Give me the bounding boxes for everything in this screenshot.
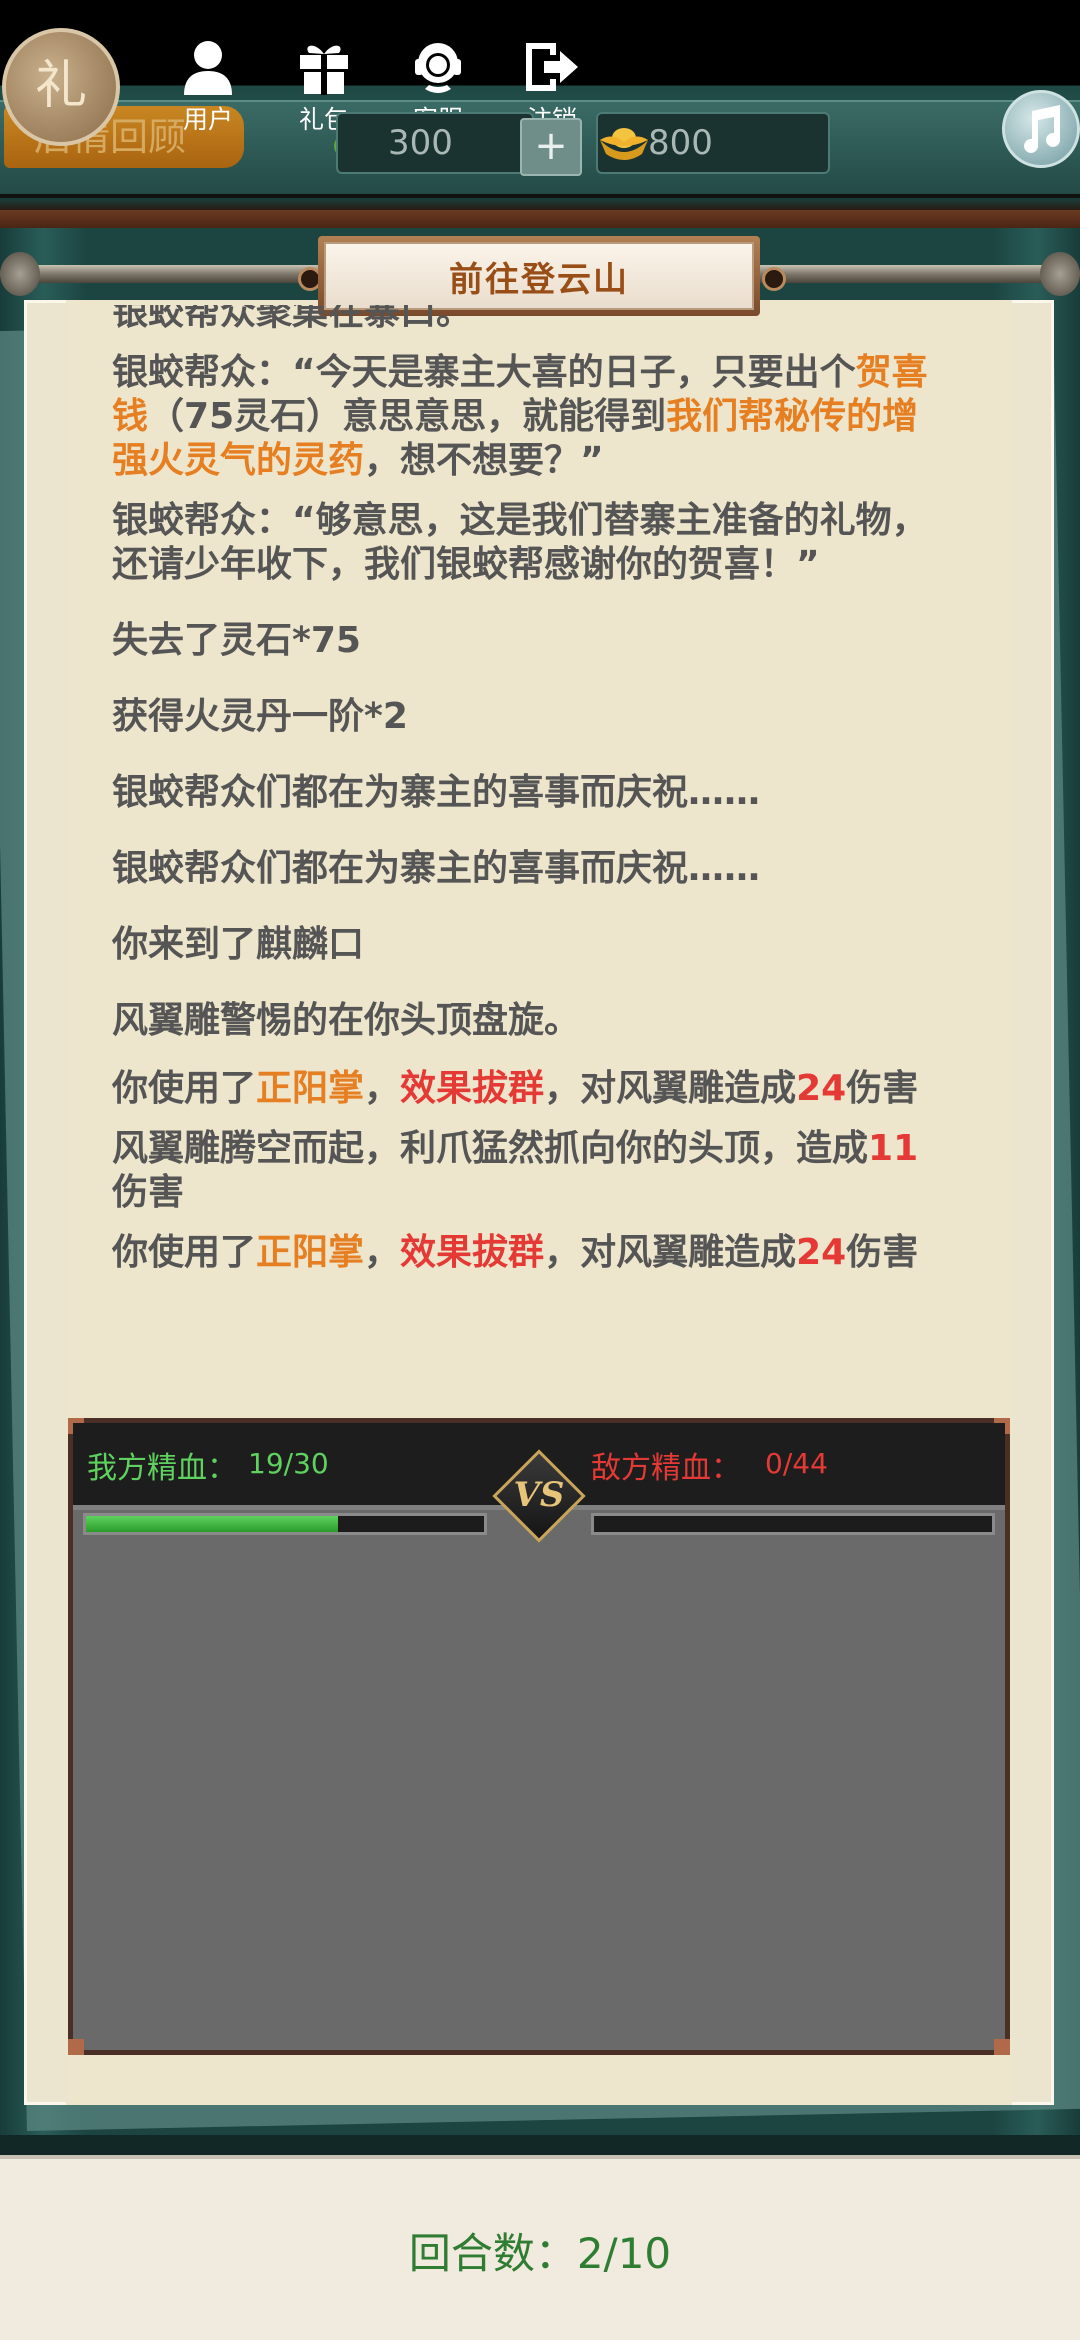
vs-text: VS bbox=[513, 1475, 565, 1515]
my-hp-bar-fill bbox=[86, 1516, 338, 1532]
gold-ingot-icon bbox=[600, 128, 648, 160]
enemy-hp-bar bbox=[591, 1513, 995, 1535]
enemy-hp-value: 0/44 bbox=[765, 1447, 828, 1480]
my-hp-bar bbox=[83, 1513, 487, 1535]
story-log: 银蛟帮众聚集在寨口。 银蛟帮众：“今天是寨主大喜的日子，只要出个贺喜钱（75灵石… bbox=[112, 305, 952, 1275]
music-note-icon bbox=[1024, 105, 1061, 153]
bottom-divider bbox=[0, 2135, 1080, 2157]
nav-user-label: 用户 bbox=[182, 105, 233, 134]
log-line: 银蛟帮众们都在为寨主的喜事而庆祝…… bbox=[112, 848, 761, 889]
log-line: 你使用了正阳掌，效果拔群，对风翼雕造成24伤害 bbox=[112, 1232, 919, 1273]
title-plate: 前往登云山 bbox=[318, 236, 760, 316]
log-line: 失去了灵石*75 bbox=[112, 620, 361, 661]
my-hp-value: 19/30 bbox=[248, 1447, 329, 1480]
page-title: 前往登云山 bbox=[324, 242, 754, 310]
support-icon bbox=[405, 36, 471, 98]
log-line: 风翼雕腾空而起，利爪猛然抓向你的头顶，造成11伤害 bbox=[112, 1128, 919, 1213]
round-counter: 回合数：2/10 bbox=[408, 2229, 672, 2278]
title-knob-right bbox=[762, 267, 786, 291]
log-line: 你使用了正阳掌，效果拔群，对风翼雕造成24伤害 bbox=[112, 1068, 919, 1109]
logout-icon bbox=[519, 36, 585, 98]
log-line: 银蛟帮众聚集在寨口。 bbox=[112, 305, 473, 333]
log-line: 获得火灵丹一阶*2 bbox=[112, 696, 408, 737]
gift-icon bbox=[291, 36, 357, 98]
log-line: 银蛟帮众：“够意思，这是我们替寨主准备的礼物，还请少年收下，我们银蛟帮感谢你的贺… bbox=[112, 500, 928, 585]
panel-corner bbox=[68, 2039, 84, 2055]
frame-border bbox=[0, 210, 1080, 228]
add-currency-button[interactable]: + bbox=[520, 118, 582, 176]
panel-corner bbox=[994, 2039, 1010, 2055]
scroll-rod-right bbox=[750, 265, 1080, 283]
jade-count: 300 bbox=[336, 112, 534, 174]
scroll-rod-end-left bbox=[0, 252, 40, 296]
user-icon bbox=[175, 36, 241, 98]
log-line: 你来到了麒麟口 bbox=[112, 924, 365, 965]
scroll-rod-left bbox=[0, 265, 330, 283]
enemy-hp-label: 敌方精血： bbox=[591, 1451, 741, 1486]
nav-user[interactable]: 用户 bbox=[163, 36, 253, 136]
music-toggle-button[interactable] bbox=[1002, 90, 1080, 168]
gift-circle-button[interactable]: 礼 bbox=[2, 28, 120, 146]
my-hp-label: 我方精血： bbox=[87, 1451, 237, 1486]
battle-panel: 我方精血： 19/30 敌方精血： 0/44 VS bbox=[68, 1418, 1010, 2055]
log-line: 风翼雕警惕的在你头顶盘旋。 bbox=[112, 1000, 581, 1041]
log-line: 银蛟帮众们都在为寨主的喜事而庆祝…… bbox=[112, 772, 761, 813]
log-line: 银蛟帮众：“今天是寨主大喜的日子，只要出个贺喜钱（75灵石）意思意思，就能得到我… bbox=[112, 352, 928, 481]
scroll-rod-end-right bbox=[1040, 252, 1080, 296]
